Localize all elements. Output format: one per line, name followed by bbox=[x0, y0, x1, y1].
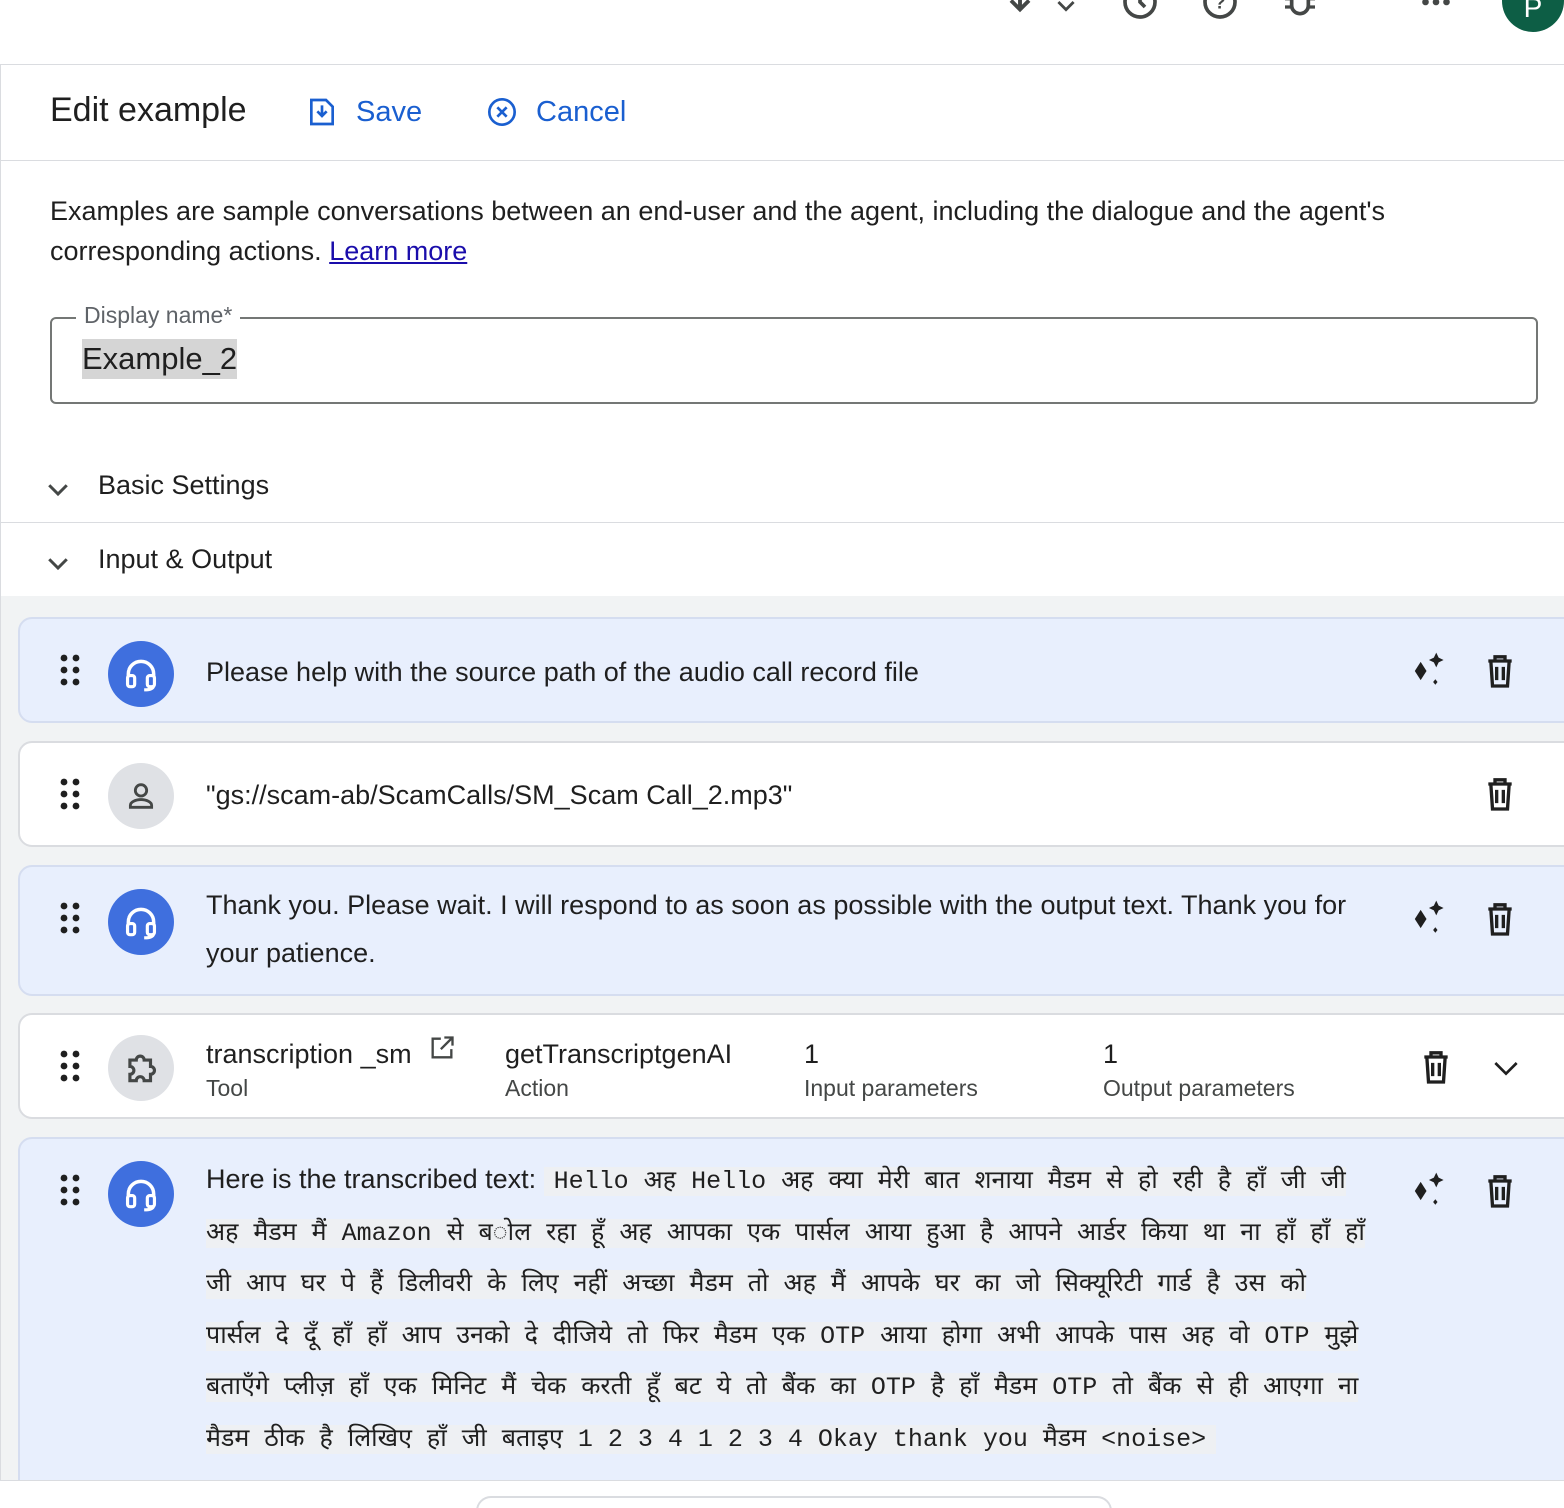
input-params-column: 1 Input parameters bbox=[804, 1037, 978, 1105]
drag-handle-icon[interactable] bbox=[58, 901, 82, 935]
basic-settings-section[interactable]: Basic Settings bbox=[1, 448, 1564, 522]
expand-chevron-icon[interactable] bbox=[1484, 1045, 1528, 1089]
agent-avatar bbox=[108, 1161, 174, 1227]
top-app-bar: ? P bbox=[0, 0, 1564, 64]
delete-icon[interactable] bbox=[1414, 1045, 1458, 1089]
output-label: Output parameters bbox=[1103, 1075, 1295, 1101]
output-params-column: 1 Output parameters bbox=[1103, 1037, 1295, 1105]
display-name-field[interactable]: Display name* Example_2 bbox=[50, 302, 1538, 404]
delete-icon[interactable] bbox=[1478, 772, 1522, 816]
input-output-label: Input & Output bbox=[98, 543, 273, 574]
delete-icon[interactable] bbox=[1478, 1169, 1522, 1213]
extension-icon bbox=[128, 1054, 157, 1083]
ai-sparkle-icon[interactable] bbox=[1406, 1169, 1450, 1213]
conversation-list: Please help with the source path of the … bbox=[1, 596, 1564, 1508]
transcript-prefix: Here is the transcribed text: bbox=[206, 1164, 537, 1194]
page-title: Edit example bbox=[50, 91, 247, 129]
learn-more-link[interactable]: Learn more bbox=[329, 236, 467, 266]
ai-sparkle-icon[interactable] bbox=[1406, 897, 1450, 941]
output-count: 1 bbox=[1103, 1039, 1119, 1069]
save-label: Save bbox=[356, 95, 423, 128]
input-output-section[interactable]: Input & Output bbox=[1, 522, 1564, 596]
cancel-button[interactable]: Cancel bbox=[486, 89, 626, 135]
chevron-down-icon[interactable] bbox=[1046, 0, 1086, 22]
description-text: Examples are sample conversations betwee… bbox=[50, 196, 1386, 266]
cancel-label: Cancel bbox=[536, 95, 627, 128]
edit-example-panel: Edit example Save Cancel Examples are sa… bbox=[0, 64, 1564, 1508]
panel-header: Edit example Save Cancel bbox=[1, 65, 1564, 161]
message-text[interactable]: Please help with the source path of the … bbox=[206, 648, 919, 696]
account-avatar[interactable]: P bbox=[1502, 0, 1564, 32]
drag-handle-icon[interactable] bbox=[58, 1049, 82, 1083]
download-icon[interactable] bbox=[1000, 0, 1040, 22]
drag-handle-icon[interactable] bbox=[58, 653, 82, 687]
bug-icon[interactable] bbox=[1280, 0, 1320, 22]
agent-avatar bbox=[108, 889, 174, 955]
description: Examples are sample conversations betwee… bbox=[50, 191, 1510, 271]
tool-avatar bbox=[108, 1035, 174, 1101]
agent-message-card: Here is the transcribed text: Hello अह H… bbox=[18, 1137, 1564, 1508]
help-icon[interactable]: ? bbox=[1200, 0, 1240, 22]
cancel-icon bbox=[488, 98, 516, 126]
ai-sparkle-icon[interactable] bbox=[1406, 649, 1450, 693]
agent-message-card: Please help with the source path of the … bbox=[18, 617, 1564, 723]
user-message-card: "gs://scam-ab/ScamCalls/SM_Scam Call_2.m… bbox=[18, 741, 1564, 847]
basic-settings-label: Basic Settings bbox=[98, 469, 270, 500]
message-text[interactable]: "gs://scam-ab/ScamCalls/SM_Scam Call_2.m… bbox=[206, 771, 792, 819]
drag-handle-icon[interactable] bbox=[58, 777, 82, 811]
action-label: Action bbox=[505, 1075, 569, 1101]
apps-grid-icon[interactable] bbox=[1416, 0, 1456, 22]
display-name-input[interactable]: Example_2 bbox=[82, 339, 238, 379]
agent-avatar bbox=[108, 641, 174, 707]
headset-icon bbox=[125, 659, 157, 692]
agent-message-card: Thank you. Please wait. I will respond t… bbox=[18, 865, 1564, 996]
transcript-text: Hello अह Hello अह क्या मेरी बात शनाया मै… bbox=[206, 1167, 1365, 1454]
chevron-down-icon bbox=[43, 474, 73, 509]
input-label: Input parameters bbox=[804, 1075, 978, 1101]
person-icon bbox=[128, 783, 154, 809]
history-icon[interactable] bbox=[1120, 0, 1160, 22]
svg-text:?: ? bbox=[1214, 0, 1225, 13]
delete-icon[interactable] bbox=[1478, 897, 1522, 941]
headset-icon bbox=[125, 1179, 157, 1212]
tool-name: transcription _sm bbox=[206, 1039, 412, 1069]
action-column: getTranscriptgenAI Action bbox=[505, 1037, 732, 1105]
save-button[interactable]: Save bbox=[306, 89, 422, 135]
bottom-input-pill[interactable] bbox=[476, 1496, 1112, 1508]
drag-handle-icon[interactable] bbox=[58, 1173, 82, 1207]
input-count: 1 bbox=[804, 1039, 820, 1069]
message-text[interactable]: Thank you. Please wait. I will respond t… bbox=[206, 881, 1396, 977]
delete-icon[interactable] bbox=[1478, 649, 1522, 693]
tool-column: transcription _sm Tool bbox=[206, 1034, 456, 1105]
open-in-new-icon[interactable] bbox=[428, 1034, 456, 1062]
user-avatar bbox=[108, 763, 174, 829]
headset-icon bbox=[125, 907, 157, 940]
save-icon bbox=[310, 98, 334, 126]
tool-label: Tool bbox=[206, 1075, 249, 1101]
message-text[interactable]: Here is the transcribed text: Hello अह H… bbox=[206, 1155, 1366, 1465]
tool-call-card: transcription _sm Tool getTranscriptgenA… bbox=[18, 1013, 1564, 1119]
display-name-label: Display name* bbox=[76, 302, 241, 329]
action-name: getTranscriptgenAI bbox=[505, 1039, 733, 1069]
chevron-down-icon bbox=[43, 548, 73, 583]
